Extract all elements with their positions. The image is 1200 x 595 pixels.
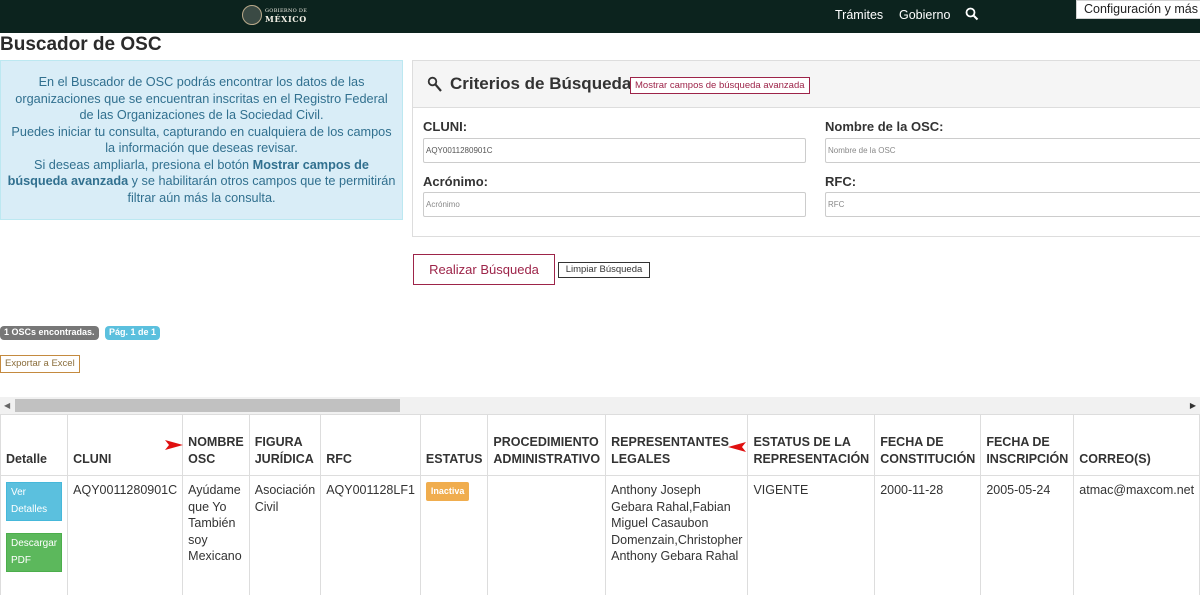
search-key-icon: [427, 76, 442, 92]
scroll-right-icon[interactable]: ▶: [1190, 401, 1196, 410]
page-badge: Pág. 1 de 1: [105, 326, 161, 340]
results-count-badge: 1 OSCs encontradas.: [0, 326, 99, 340]
col-detalle: Detalle: [0, 414, 69, 476]
top-navbar: GOBIERNO DE MÉXICO Trámites Gobierno: [0, 0, 1200, 33]
cluni-input[interactable]: AQY0011280901C: [423, 138, 806, 163]
nombre-osc-input[interactable]: Nombre de la OSC: [825, 138, 1200, 163]
cell-estatus-rep: VIGENTE: [747, 475, 876, 595]
info-text-3: Si deseas ampliarla, presiona el botón: [34, 157, 253, 172]
cell-representantes: Anthony Joseph Gebara Rahal,Fabian Migue…: [605, 475, 749, 595]
cell-nombre: Ayúdame que Yo También soy Mexicano: [182, 475, 250, 595]
col-procedimiento: PROCEDIMIENTO ADMINISTRATIVO: [487, 414, 607, 476]
col-estatus: ESTATUS: [419, 414, 489, 476]
nav-link-tramites[interactable]: Trámites: [835, 8, 883, 22]
rfc-input[interactable]: RFC: [825, 192, 1200, 217]
advanced-search-button[interactable]: Mostrar campos de búsqueda avanzada: [630, 77, 810, 94]
col-rfc: RFC: [320, 414, 421, 476]
table-row: Ver Detalles Descargar PDF AQY0011280901…: [0, 475, 1200, 595]
cell-correo: atmac@maxcom.net: [1073, 475, 1200, 595]
national-seal-icon: [242, 5, 262, 25]
col-fecha-const: FECHA DE CONSTITUCIÓN: [874, 414, 982, 476]
search-icon[interactable]: [965, 7, 979, 21]
cluni-label: CLUNI:: [423, 119, 468, 134]
logo-line2: MÉXICO: [265, 14, 307, 24]
col-correo: CORREO(S): [1073, 414, 1200, 476]
info-text-1: En el Buscador de OSC podrás encontrar l…: [15, 75, 388, 122]
page-title: Buscador de OSC: [0, 34, 162, 55]
panel-title: Criterios de Búsqueda: [450, 74, 632, 93]
rfc-label: RFC:: [825, 174, 857, 189]
col-figura: FIGURA JURÍDICA: [248, 414, 322, 476]
cell-cluni: AQY0011280901C: [67, 475, 184, 595]
annotation-arrow-right-icon: [165, 440, 183, 450]
panel-heading: Criterios de Búsqueda Mostrar campos de …: [413, 61, 1200, 108]
col-estatus-rep: ESTATUS DE LA REPRESENTACIÓN: [747, 414, 876, 476]
col-fecha-insc: FECHA DE INSCRIPCIÓN: [980, 414, 1075, 476]
info-text-2: Puedes iniciar tu consulta, capturando e…: [11, 124, 392, 156]
limpiar-busqueda-button[interactable]: Limpiar Búsqueda: [558, 262, 650, 278]
horizontal-scrollbar[interactable]: ◀ ▶: [0, 397, 1200, 414]
export-excel-button[interactable]: Exportar a Excel: [0, 355, 80, 373]
search-criteria-panel: Criterios de Búsqueda Mostrar campos de …: [412, 60, 1200, 237]
ver-detalles-button[interactable]: Ver Detalles: [6, 482, 63, 521]
status-badge: Inactiva: [425, 482, 470, 501]
cell-rfc: AQY001128LF1: [320, 475, 421, 595]
col-nombre: NOMBRE OSC: [182, 414, 250, 476]
nav-link-gobierno[interactable]: Gobierno: [899, 8, 950, 22]
descargar-pdf-button[interactable]: Descargar PDF: [6, 533, 63, 572]
col-representantes: REPRESENTANTES LEGALES: [605, 414, 749, 476]
acronimo-input[interactable]: Acrónimo: [423, 192, 806, 217]
realizar-busqueda-button[interactable]: Realizar Búsqueda: [413, 254, 555, 285]
cell-fecha-const: 2000-11-28: [874, 475, 982, 595]
acronimo-label: Acrónimo:: [423, 174, 488, 189]
cell-estatus: Inactiva: [419, 475, 489, 595]
info-box: En el Buscador de OSC podrás encontrar l…: [0, 60, 403, 220]
cell-procedimiento: [487, 475, 607, 595]
cell-detalle: Ver Detalles Descargar PDF: [0, 475, 69, 595]
scrollbar-thumb[interactable]: [15, 399, 400, 412]
cell-figura: Asociación Civil: [248, 475, 322, 595]
annotation-arrow-left-icon: [728, 442, 746, 452]
nombre-osc-label: Nombre de la OSC:: [825, 119, 944, 134]
scroll-left-icon[interactable]: ◀: [4, 401, 10, 410]
info-text-4: y se habilitarán otros campos que te per…: [127, 174, 396, 205]
cell-fecha-insc: 2005-05-24: [980, 475, 1075, 595]
gobierno-mexico-logo[interactable]: GOBIERNO DE MÉXICO: [242, 4, 307, 26]
browser-config-menu[interactable]: Configuración y más (A: [1076, 0, 1200, 19]
